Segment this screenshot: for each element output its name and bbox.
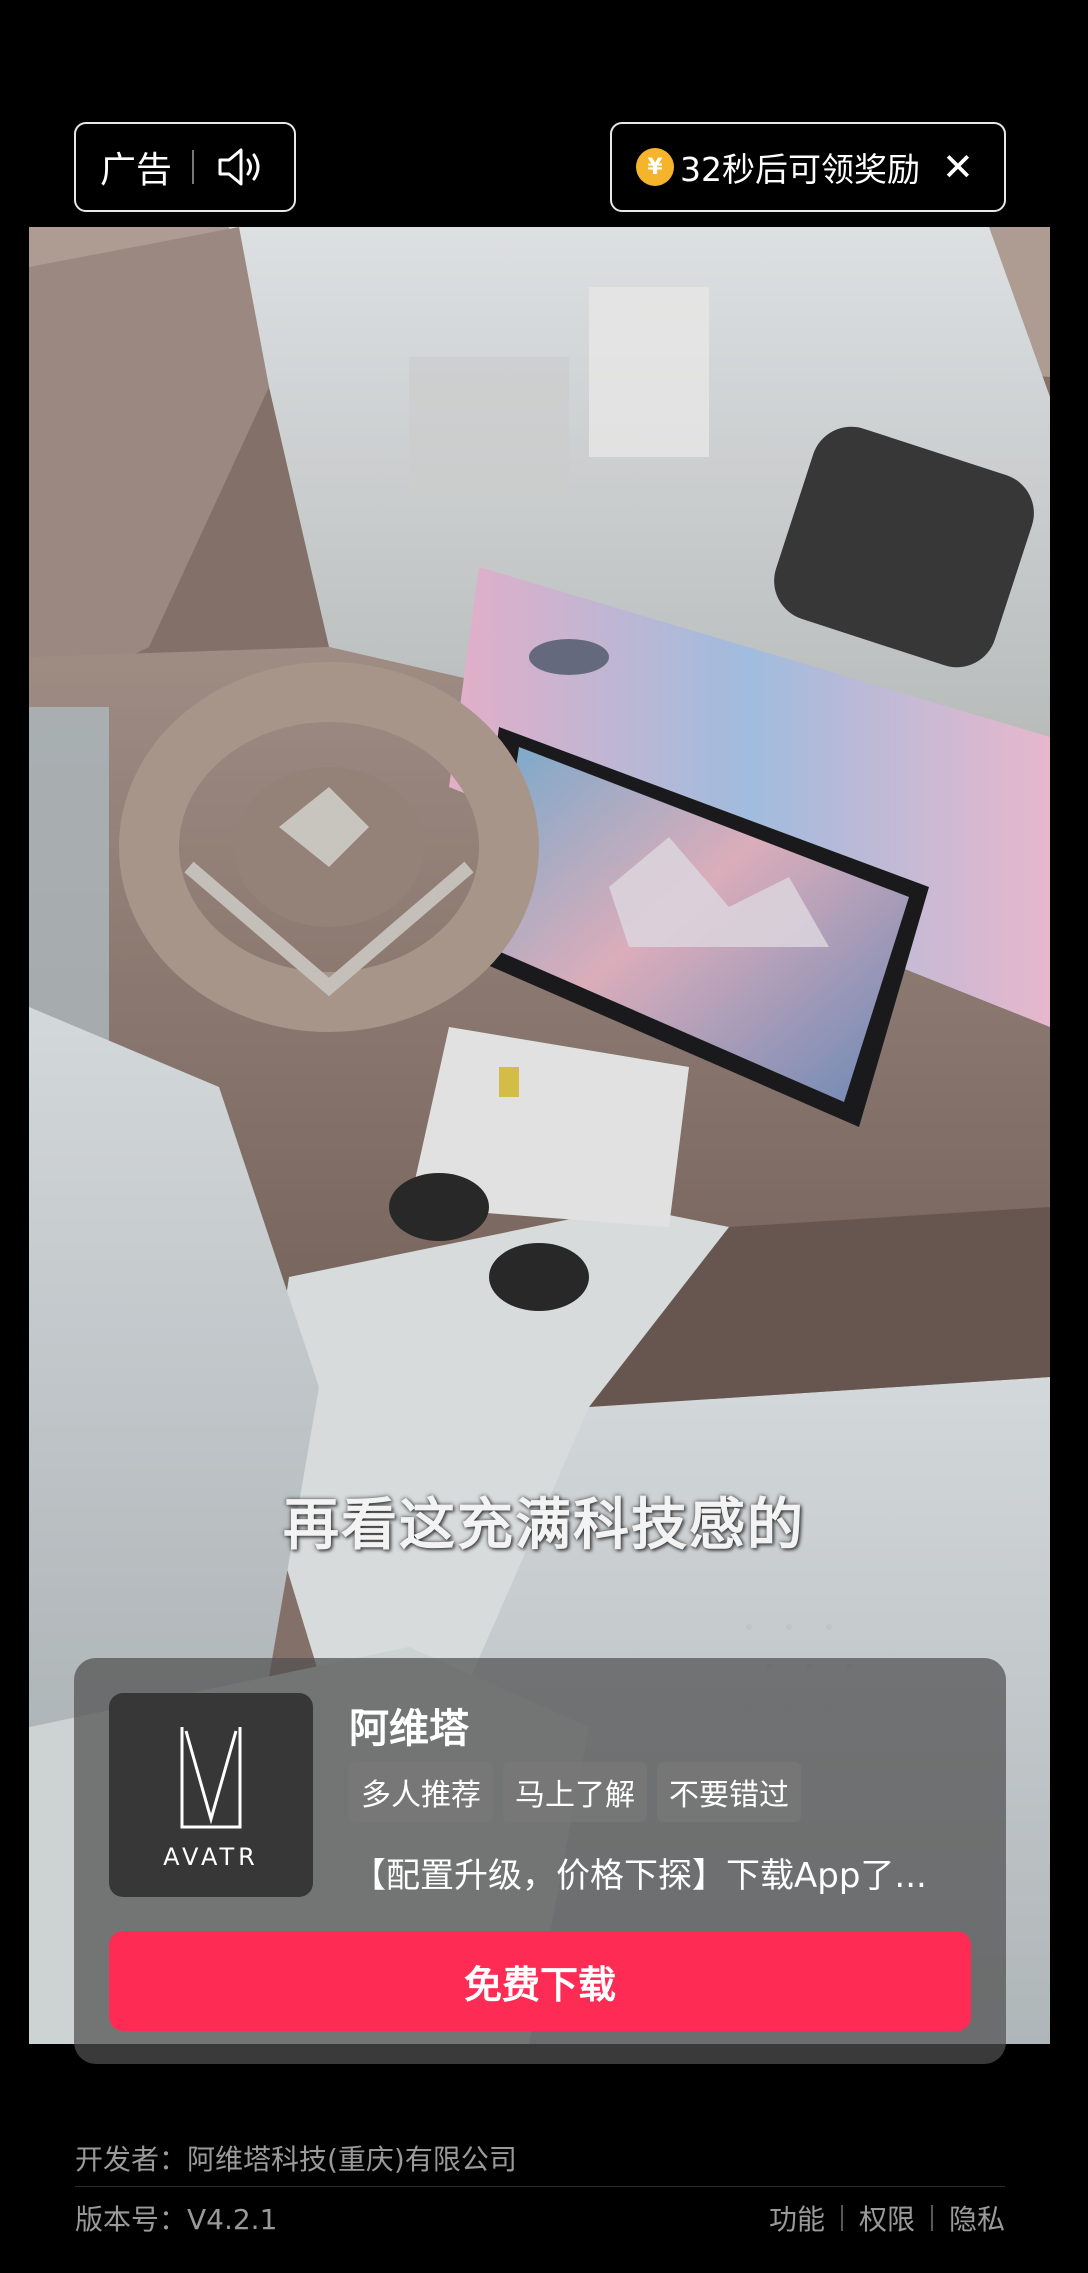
features-link[interactable]: 功能 [769, 2198, 825, 2238]
developer-info: 开发者：阿维塔科技(重庆)有限公司 [75, 2143, 517, 2176]
link-separator [930, 2205, 933, 2231]
video-subtitle: 再看这充满科技感的 [283, 1493, 805, 1558]
ad-screen: 再看这充满科技感的 广告 ¥ 32秒后可领奖励 ✕ AVATR 阿维塔 多人推荐… [0, 0, 1088, 2273]
app-logo[interactable]: AVATR [109, 1693, 313, 1897]
permissions-link[interactable]: 权限 [859, 2198, 915, 2238]
app-name[interactable]: 阿维塔 [349, 1696, 469, 1754]
ad-label: 广告 [100, 150, 173, 191]
ad-label-badge: 广告 [74, 122, 296, 212]
footer-divider [75, 2186, 1005, 2187]
tag-list: 多人推荐 马上了解 不要错过 [349, 1762, 801, 1822]
ad-card[interactable]: AVATR 阿维塔 多人推荐 马上了解 不要错过 【配置升级，价格下探】下载Ap… [74, 1658, 1006, 2064]
ad-description[interactable]: 【配置升级，价格下探】下载App了... [352, 1848, 982, 1897]
speaker-icon[interactable] [214, 143, 270, 191]
tag-item: 多人推荐 [349, 1762, 493, 1822]
tag-item: 马上了解 [503, 1762, 647, 1822]
footer-links: 功能 权限 隐私 [769, 2198, 1005, 2238]
privacy-link[interactable]: 隐私 [949, 2198, 1005, 2238]
close-icon[interactable]: ✕ [942, 148, 974, 186]
avatr-logo-icon [180, 1727, 242, 1829]
reward-countdown-text: 32秒后可领奖励 [680, 150, 920, 189]
download-button[interactable]: 免费下载 [109, 1931, 971, 2031]
logo-text: AVATR [163, 1843, 259, 1871]
reward-countdown-badge: ¥ 32秒后可领奖励 ✕ [610, 122, 1006, 212]
link-separator [840, 2205, 843, 2231]
tag-item: 不要错过 [657, 1762, 801, 1822]
version-info: 版本号：V4.2.1 [75, 2203, 278, 2236]
badge-divider [192, 150, 195, 184]
coin-icon: ¥ [636, 148, 674, 186]
